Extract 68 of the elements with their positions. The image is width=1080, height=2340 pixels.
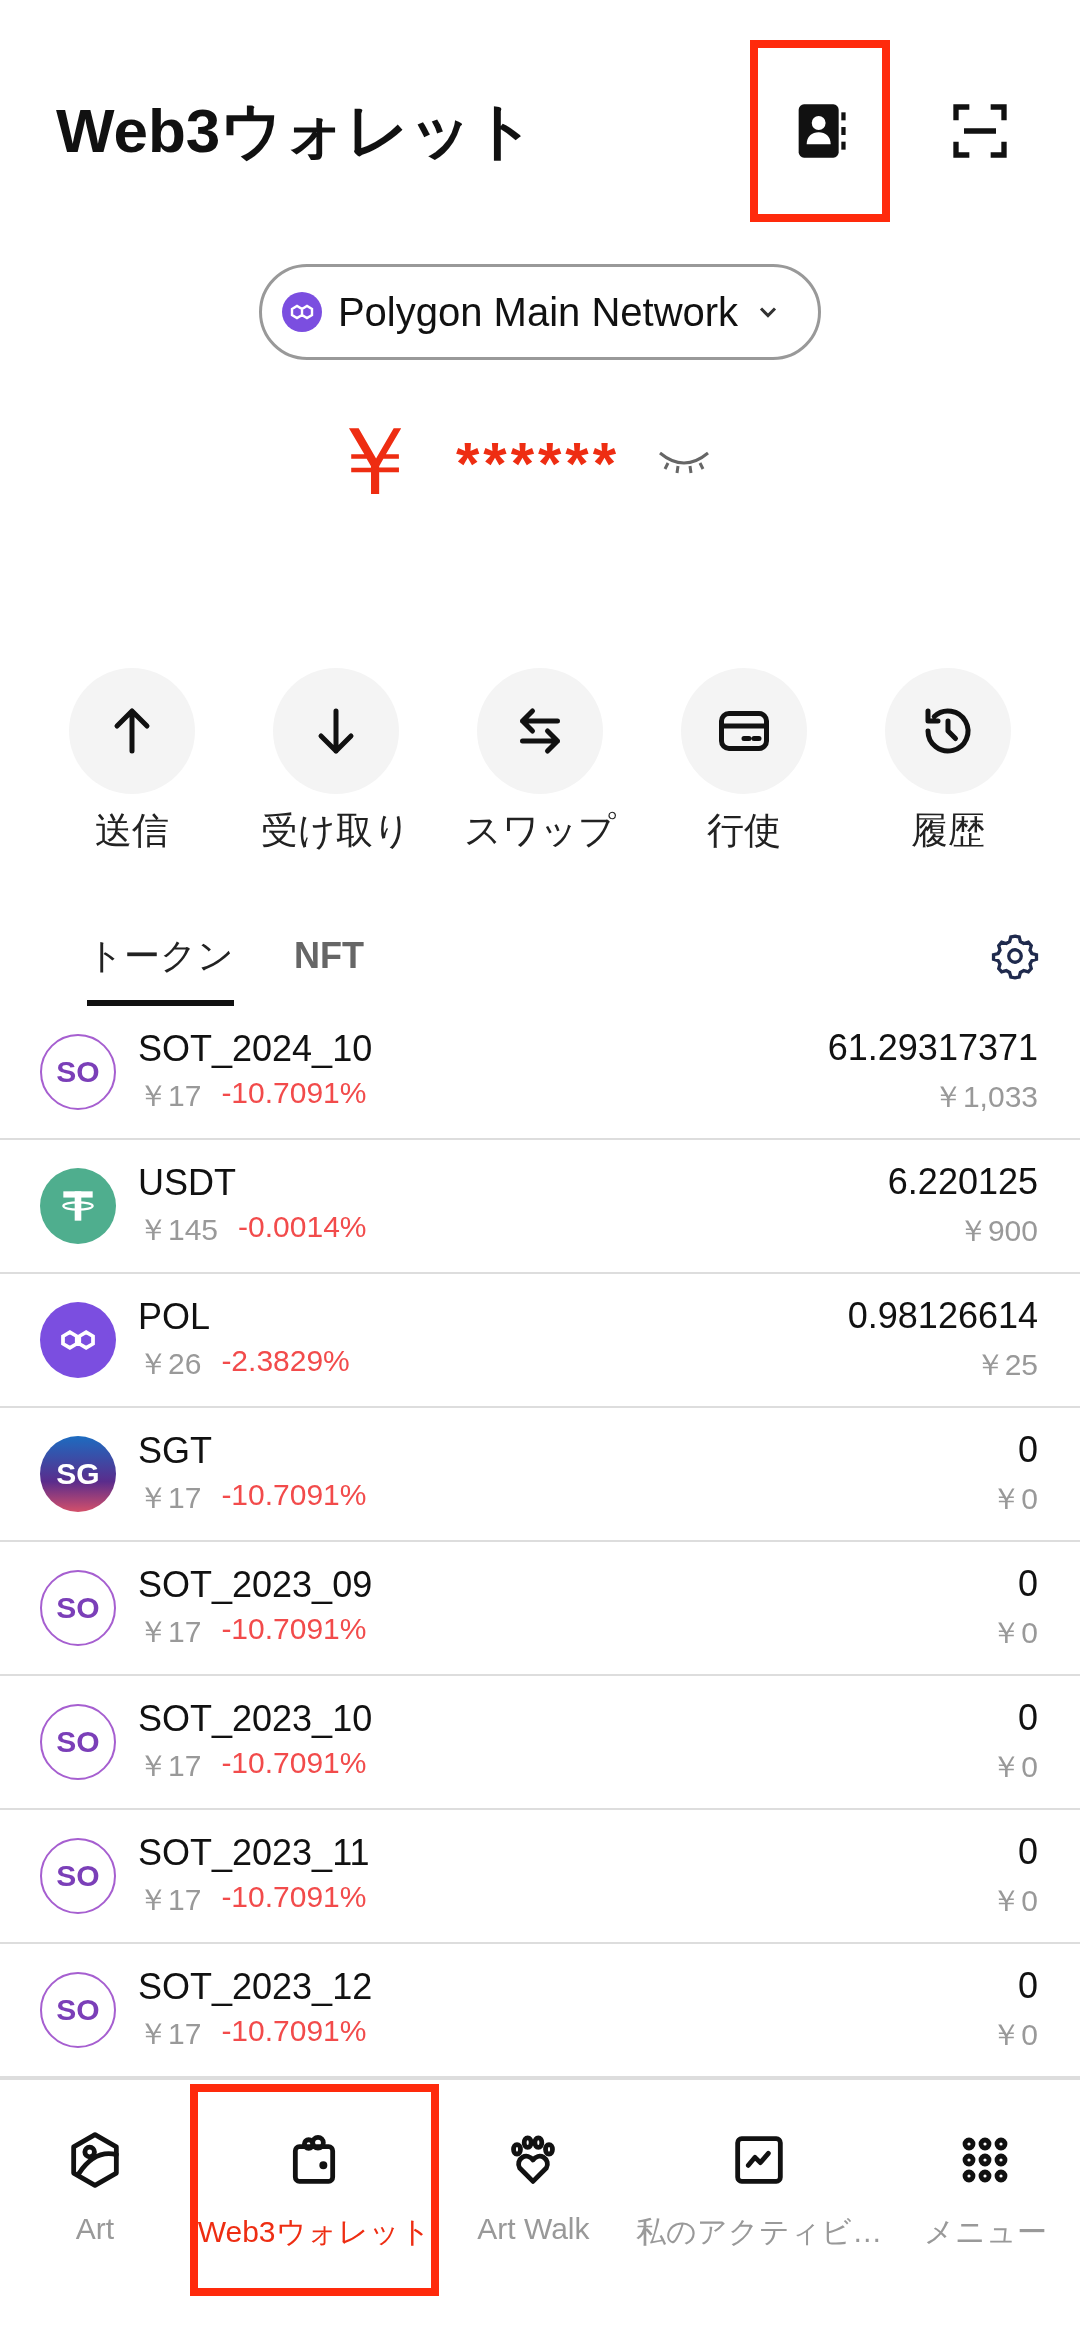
token-row[interactable]: SG SGT ￥17 -10.7091% 0 ￥0 bbox=[0, 1408, 1080, 1542]
token-amount: 0.98126614 bbox=[847, 1294, 1038, 1337]
token-amount: 0 bbox=[1017, 1428, 1038, 1471]
token-amount: 0 bbox=[1017, 1830, 1038, 1873]
token-value: ￥0 bbox=[991, 1614, 1038, 1651]
token-value: ￥25 bbox=[974, 1346, 1038, 1383]
token-name: SOT_2023_09 bbox=[138, 1563, 374, 1606]
token-price: ￥145 bbox=[138, 1211, 219, 1248]
price-change: -10.7091% bbox=[221, 1477, 367, 1513]
token-name: POL bbox=[138, 1295, 212, 1338]
action-label: 行使 bbox=[707, 809, 781, 853]
token-value: ￥1,033 bbox=[932, 1078, 1038, 1115]
token-row[interactable]: SO SOT_2023_10 ￥17 -10.7091% 0 ￥0 bbox=[0, 1676, 1080, 1810]
tab[interactable]: トークン bbox=[87, 906, 234, 1006]
token-amount: 6.220125 bbox=[887, 1160, 1038, 1203]
polygon-logo-icon bbox=[281, 292, 322, 332]
token-logo-icon: SO bbox=[40, 1704, 116, 1780]
token-name: SOT_2023_11 bbox=[138, 1831, 371, 1874]
token-value: ￥0 bbox=[991, 1480, 1038, 1517]
token-amount: 0 bbox=[1017, 1562, 1038, 1605]
token-value: ￥0 bbox=[991, 2016, 1038, 2053]
action-label: 送信 bbox=[95, 809, 169, 853]
token-logo-icon: SG bbox=[40, 1436, 116, 1512]
token-price: ￥17 bbox=[138, 1613, 202, 1650]
token-name: USDT bbox=[138, 1161, 237, 1204]
price-change: -10.7091% bbox=[221, 1611, 367, 1647]
token-row[interactable]: SO SOT_2024_10 ￥17 -10.7091% 61.29317371 ￥1,033 bbox=[0, 1006, 1080, 1140]
token-name: SOT_2024_10 bbox=[138, 1027, 374, 1070]
tab[interactable]: NFT bbox=[294, 906, 364, 1006]
contacts-button[interactable] bbox=[750, 40, 890, 222]
price-change: -10.7091% bbox=[221, 2013, 367, 2049]
price-change: -2.3829% bbox=[221, 1343, 350, 1379]
price-change: -10.7091% bbox=[221, 1879, 367, 1915]
hidden-balance: ****** bbox=[455, 428, 621, 498]
token-logo-icon: SO bbox=[40, 1570, 116, 1646]
action-label: 受け取り bbox=[261, 809, 411, 853]
price-change: -10.7091% bbox=[221, 1075, 367, 1111]
token-logo-icon: SO bbox=[40, 1972, 116, 2048]
price-change: -0.0014% bbox=[238, 1209, 367, 1245]
price-change: -10.7091% bbox=[221, 1745, 367, 1781]
network-selector[interactable]: Polygon Main Network bbox=[258, 264, 822, 360]
token-name: SOT_2023_10 bbox=[138, 1697, 374, 1740]
token-price: ￥26 bbox=[138, 1345, 202, 1382]
token-row[interactable]: SO SOT_2023_11 ￥17 -10.7091% 0 ￥0 bbox=[0, 1810, 1080, 1944]
token-amount: 61.29317371 bbox=[827, 1026, 1038, 1069]
token-price: ￥17 bbox=[138, 1747, 202, 1784]
action-label: 履歴 bbox=[911, 809, 985, 853]
token-price: ￥17 bbox=[138, 1479, 202, 1516]
action-label: スワップ bbox=[464, 809, 616, 853]
token-row[interactable]: SO SOT_2023_12 ￥17 -10.7091% 0 ￥0 bbox=[0, 1944, 1080, 2078]
token-value: ￥0 bbox=[991, 1748, 1038, 1785]
currency-symbol: ￥ bbox=[325, 406, 422, 516]
token-value: ￥0 bbox=[991, 1882, 1038, 1919]
token-name: SOT_2023_12 bbox=[138, 1965, 374, 2008]
token-price: ￥17 bbox=[138, 1077, 202, 1114]
token-row[interactable]: USDT ￥145 -0.0014% 6.220125 ￥900 bbox=[0, 1140, 1080, 1274]
token-value: ￥900 bbox=[957, 1212, 1038, 1249]
token-row[interactable]: POL ￥26 -2.3829% 0.98126614 ￥25 bbox=[0, 1274, 1080, 1408]
token-row[interactable]: SO SOT_2023_09 ￥17 -10.7091% 0 ￥0 bbox=[0, 1542, 1080, 1676]
token-price: ￥17 bbox=[138, 1881, 202, 1918]
token-logo-icon: SO bbox=[40, 1034, 116, 1110]
page-title: Web3ウォレット bbox=[56, 95, 536, 167]
token-amount: 0 bbox=[1017, 1696, 1038, 1739]
token-logo-icon: SO bbox=[40, 1838, 116, 1914]
token-name: SGT bbox=[138, 1429, 213, 1472]
token-price: ￥17 bbox=[138, 2015, 202, 2052]
nav-tab[interactable]: Web3ウォレット bbox=[189, 2084, 439, 2296]
token-amount: 0 bbox=[1017, 1964, 1038, 2007]
